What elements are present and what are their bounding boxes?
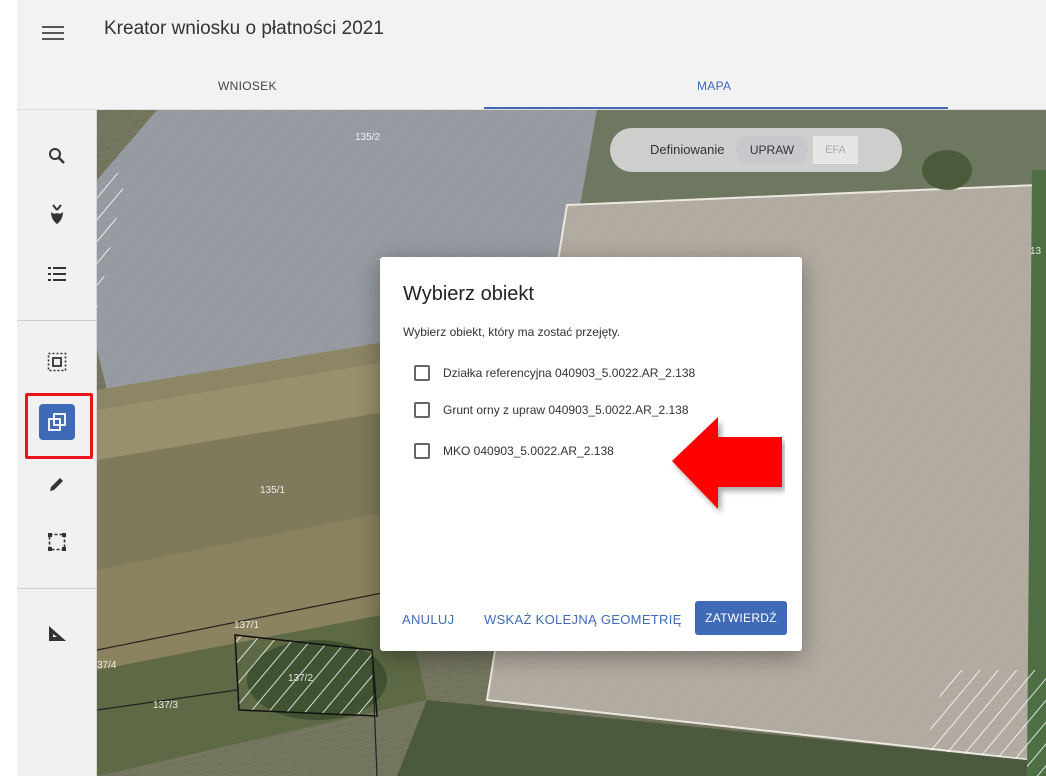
mode-switch: Definiowanie UPRAW EFA [610, 128, 902, 172]
option-label: Działka referencyjna 040903_5.0022.AR_2.… [443, 366, 696, 380]
parcel-label: 137/3 [153, 700, 179, 711]
sidebar-divider [17, 588, 97, 589]
dialog-subtitle: Wybierz obiekt, który ma zostać przejęty… [403, 325, 621, 339]
option-grunt[interactable]: Grunt orny z upraw 040903_5.0022.AR_2.13… [414, 400, 689, 420]
red-arrow-icon [672, 417, 782, 509]
checkbox[interactable] [414, 402, 430, 418]
pencil-icon[interactable] [39, 466, 75, 502]
cancel-button[interactable]: ANULUJ [402, 612, 454, 627]
copy-geometry-icon[interactable] [39, 404, 75, 440]
checkbox[interactable] [414, 443, 430, 459]
sidebar-divider [17, 320, 97, 321]
option-label: MKO 040903_5.0022.AR_2.138 [443, 444, 614, 458]
parcel-label: 135/2 [355, 132, 381, 143]
tool-sidebar [17, 110, 97, 776]
bounding-box-icon[interactable] [39, 524, 75, 560]
measure-icon[interactable] [39, 616, 75, 652]
next-geometry-button[interactable]: WSKAŻ KOLEJNĄ GEOMETRIĘ [484, 612, 682, 627]
plant-icon[interactable] [39, 196, 75, 232]
dialog-title: Wybierz obiekt [403, 283, 534, 305]
option-dzialka[interactable]: Działka referencyjna 040903_5.0022.AR_2.… [414, 363, 695, 383]
app-title: Kreator wniosku o płatności 2021 [104, 18, 384, 39]
parcel-label: 137/2 [288, 673, 314, 684]
window-left-edge [0, 0, 17, 776]
select-area-icon[interactable] [39, 344, 75, 380]
option-label: Grunt orny z upraw 040903_5.0022.AR_2.13… [443, 403, 689, 417]
parcel-label: 135/1 [260, 485, 286, 496]
search-icon[interactable] [39, 138, 75, 174]
app-header: Kreator wniosku o płatności 2021 WNIOSEK… [0, 0, 1046, 110]
mode-upraw-button[interactable]: UPRAW [736, 136, 808, 164]
parcel-label: 13 [1030, 246, 1042, 257]
parcel-label: 37/4 [97, 660, 117, 671]
menu-icon[interactable] [40, 22, 66, 44]
checkbox[interactable] [414, 365, 430, 381]
parcel-label: 137/1 [234, 620, 260, 631]
mode-efa-button[interactable]: EFA [813, 136, 858, 164]
confirm-button[interactable]: ZATWIERDŹ [695, 601, 787, 635]
option-mko[interactable]: MKO 040903_5.0022.AR_2.138 [414, 441, 614, 461]
mode-label: Definiowanie [650, 142, 725, 157]
tab-mapa[interactable]: MAPA [697, 79, 731, 93]
list-icon[interactable] [39, 256, 75, 292]
tab-wniosek[interactable]: WNIOSEK [218, 79, 277, 93]
